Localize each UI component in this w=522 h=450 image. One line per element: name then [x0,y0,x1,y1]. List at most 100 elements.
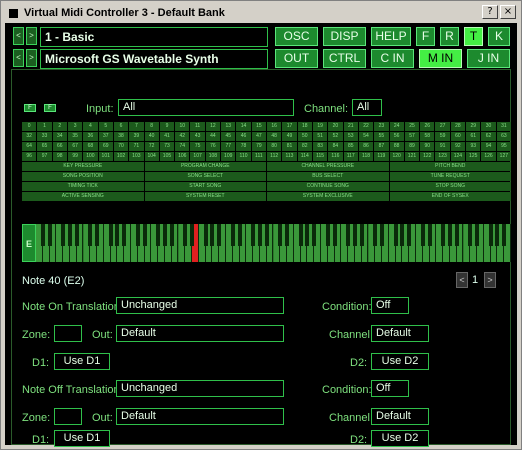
cc-cell[interactable]: 98 [52,152,67,161]
cc-cell[interactable]: 34 [52,132,67,141]
cc-cell[interactable]: 90 [420,142,435,151]
cc-cell[interactable]: 24 [389,122,404,131]
status-button[interactable]: ACTIVE SENSING [22,192,144,201]
cc-cell[interactable]: 29 [466,122,481,131]
cc-cell[interactable]: 94 [481,142,496,151]
cc-cell[interactable]: 101 [98,152,113,161]
cc-cell[interactable]: 17 [282,122,297,131]
bank-next-button[interactable]: > [26,27,37,45]
cc-cell[interactable]: 69 [98,142,113,151]
cc-cell[interactable]: 26 [420,122,435,131]
cc-cell[interactable]: 124 [450,152,466,161]
cc-cell[interactable]: 115 [312,152,328,161]
black-key[interactable] [183,224,188,246]
cc-cell[interactable]: 31 [496,122,511,131]
cc-cell[interactable]: 104 [144,152,159,161]
cc-cell[interactable]: 79 [251,142,266,151]
cc-cell[interactable]: 92 [450,142,466,151]
help-title-button[interactable]: ? [482,5,498,19]
cc-cell[interactable]: 6 [113,122,129,131]
cc-cell[interactable]: 13 [221,122,236,131]
cc-cell[interactable]: 118 [358,152,374,161]
cc-cell[interactable]: 37 [98,132,113,141]
status-button[interactable]: SYSTEM EXCLUSIVE [267,192,389,201]
cc-cell[interactable]: 33 [37,132,52,141]
cc-cell[interactable]: 122 [420,152,435,161]
cc-cell[interactable]: 38 [113,132,129,141]
status-button[interactable]: PITCH BEND [389,162,511,171]
cc-cell[interactable]: 16 [267,122,282,131]
status-button[interactable]: BUS SELECT [267,172,389,181]
cc-cell[interactable]: 73 [159,142,175,151]
toolbar-button-c-in[interactable]: C IN [371,49,414,68]
toolbar-button-ctrl[interactable]: CTRL [323,49,366,68]
cc-cell[interactable]: 84 [328,142,343,151]
cc-cell[interactable]: 119 [374,152,389,161]
cc-cell[interactable]: 78 [236,142,251,151]
black-key[interactable] [217,224,222,246]
status-button[interactable]: SONG POSITION [22,172,144,181]
cc-cell[interactable]: 65 [37,142,52,151]
cc-cell[interactable]: 7 [129,122,144,131]
cc-cell[interactable]: 55 [374,132,389,141]
cc-cell[interactable]: 63 [496,132,511,141]
note-off-condition-select[interactable]: Off [371,380,409,397]
cc-cell[interactable]: 106 [175,152,190,161]
black-key[interactable] [237,224,242,246]
cc-cell[interactable]: 109 [221,152,236,161]
cc-cell[interactable]: 93 [466,142,481,151]
note-on-out-select[interactable]: Default [116,325,284,342]
black-key[interactable] [74,224,79,246]
cc-cell[interactable]: 49 [282,132,297,141]
cc-cell[interactable]: 77 [221,142,236,151]
black-key[interactable] [156,224,161,246]
cc-cell[interactable]: 86 [358,142,374,151]
note-on-zone-input[interactable] [54,325,82,342]
black-key[interactable] [359,224,364,246]
status-button[interactable]: CHANNEL PRESSURE [267,162,389,171]
cc-cell[interactable]: 15 [251,122,266,131]
device-next-button[interactable]: > [26,49,37,67]
note-off-d2-button[interactable]: Use D2 [371,430,429,447]
black-key[interactable] [502,224,507,246]
black-key[interactable] [67,224,72,246]
note-on-d1-button[interactable]: Use D1 [54,353,110,370]
note-off-translation-select[interactable]: Unchanged [116,380,284,397]
status-button[interactable]: TIMING TICK [22,182,144,191]
cc-cell[interactable]: 74 [175,142,190,151]
cc-cell[interactable]: 50 [297,132,312,141]
cc-cell[interactable]: 70 [113,142,129,151]
cc-cell[interactable]: 110 [236,152,251,161]
device-prev-button[interactable]: < [13,49,24,67]
black-key[interactable] [475,224,480,246]
black-key[interactable] [108,224,113,246]
black-key[interactable] [325,224,330,246]
cc-cell[interactable]: 9 [159,122,175,131]
cc-cell[interactable]: 112 [267,152,282,161]
cc-cell[interactable]: 67 [67,142,83,151]
cc-cell[interactable]: 57 [404,132,420,141]
cc-cell[interactable]: 88 [389,142,404,151]
cc-cell[interactable]: 83 [312,142,328,151]
black-key[interactable] [346,224,351,246]
cc-cell[interactable]: 48 [267,132,282,141]
cc-cell[interactable]: 116 [328,152,343,161]
cc-cell[interactable]: 3 [67,122,83,131]
cc-cell[interactable]: 113 [282,152,297,161]
black-key[interactable] [380,224,385,246]
cc-cell[interactable]: 81 [282,142,297,151]
black-key[interactable] [95,224,100,246]
cc-cell[interactable]: 25 [404,122,420,131]
black-key[interactable] [169,224,174,246]
black-key[interactable] [278,224,283,246]
cc-cell[interactable]: 35 [67,132,83,141]
black-key[interactable] [468,224,473,246]
cc-cell[interactable]: 76 [205,142,221,151]
cc-cell[interactable]: 72 [144,142,159,151]
cc-cell[interactable]: 71 [129,142,144,151]
black-key[interactable] [88,224,93,246]
cc-cell[interactable]: 2 [52,122,67,131]
black-key[interactable] [142,224,147,246]
cc-cell[interactable]: 117 [343,152,358,161]
cc-cell[interactable]: 75 [190,142,205,151]
